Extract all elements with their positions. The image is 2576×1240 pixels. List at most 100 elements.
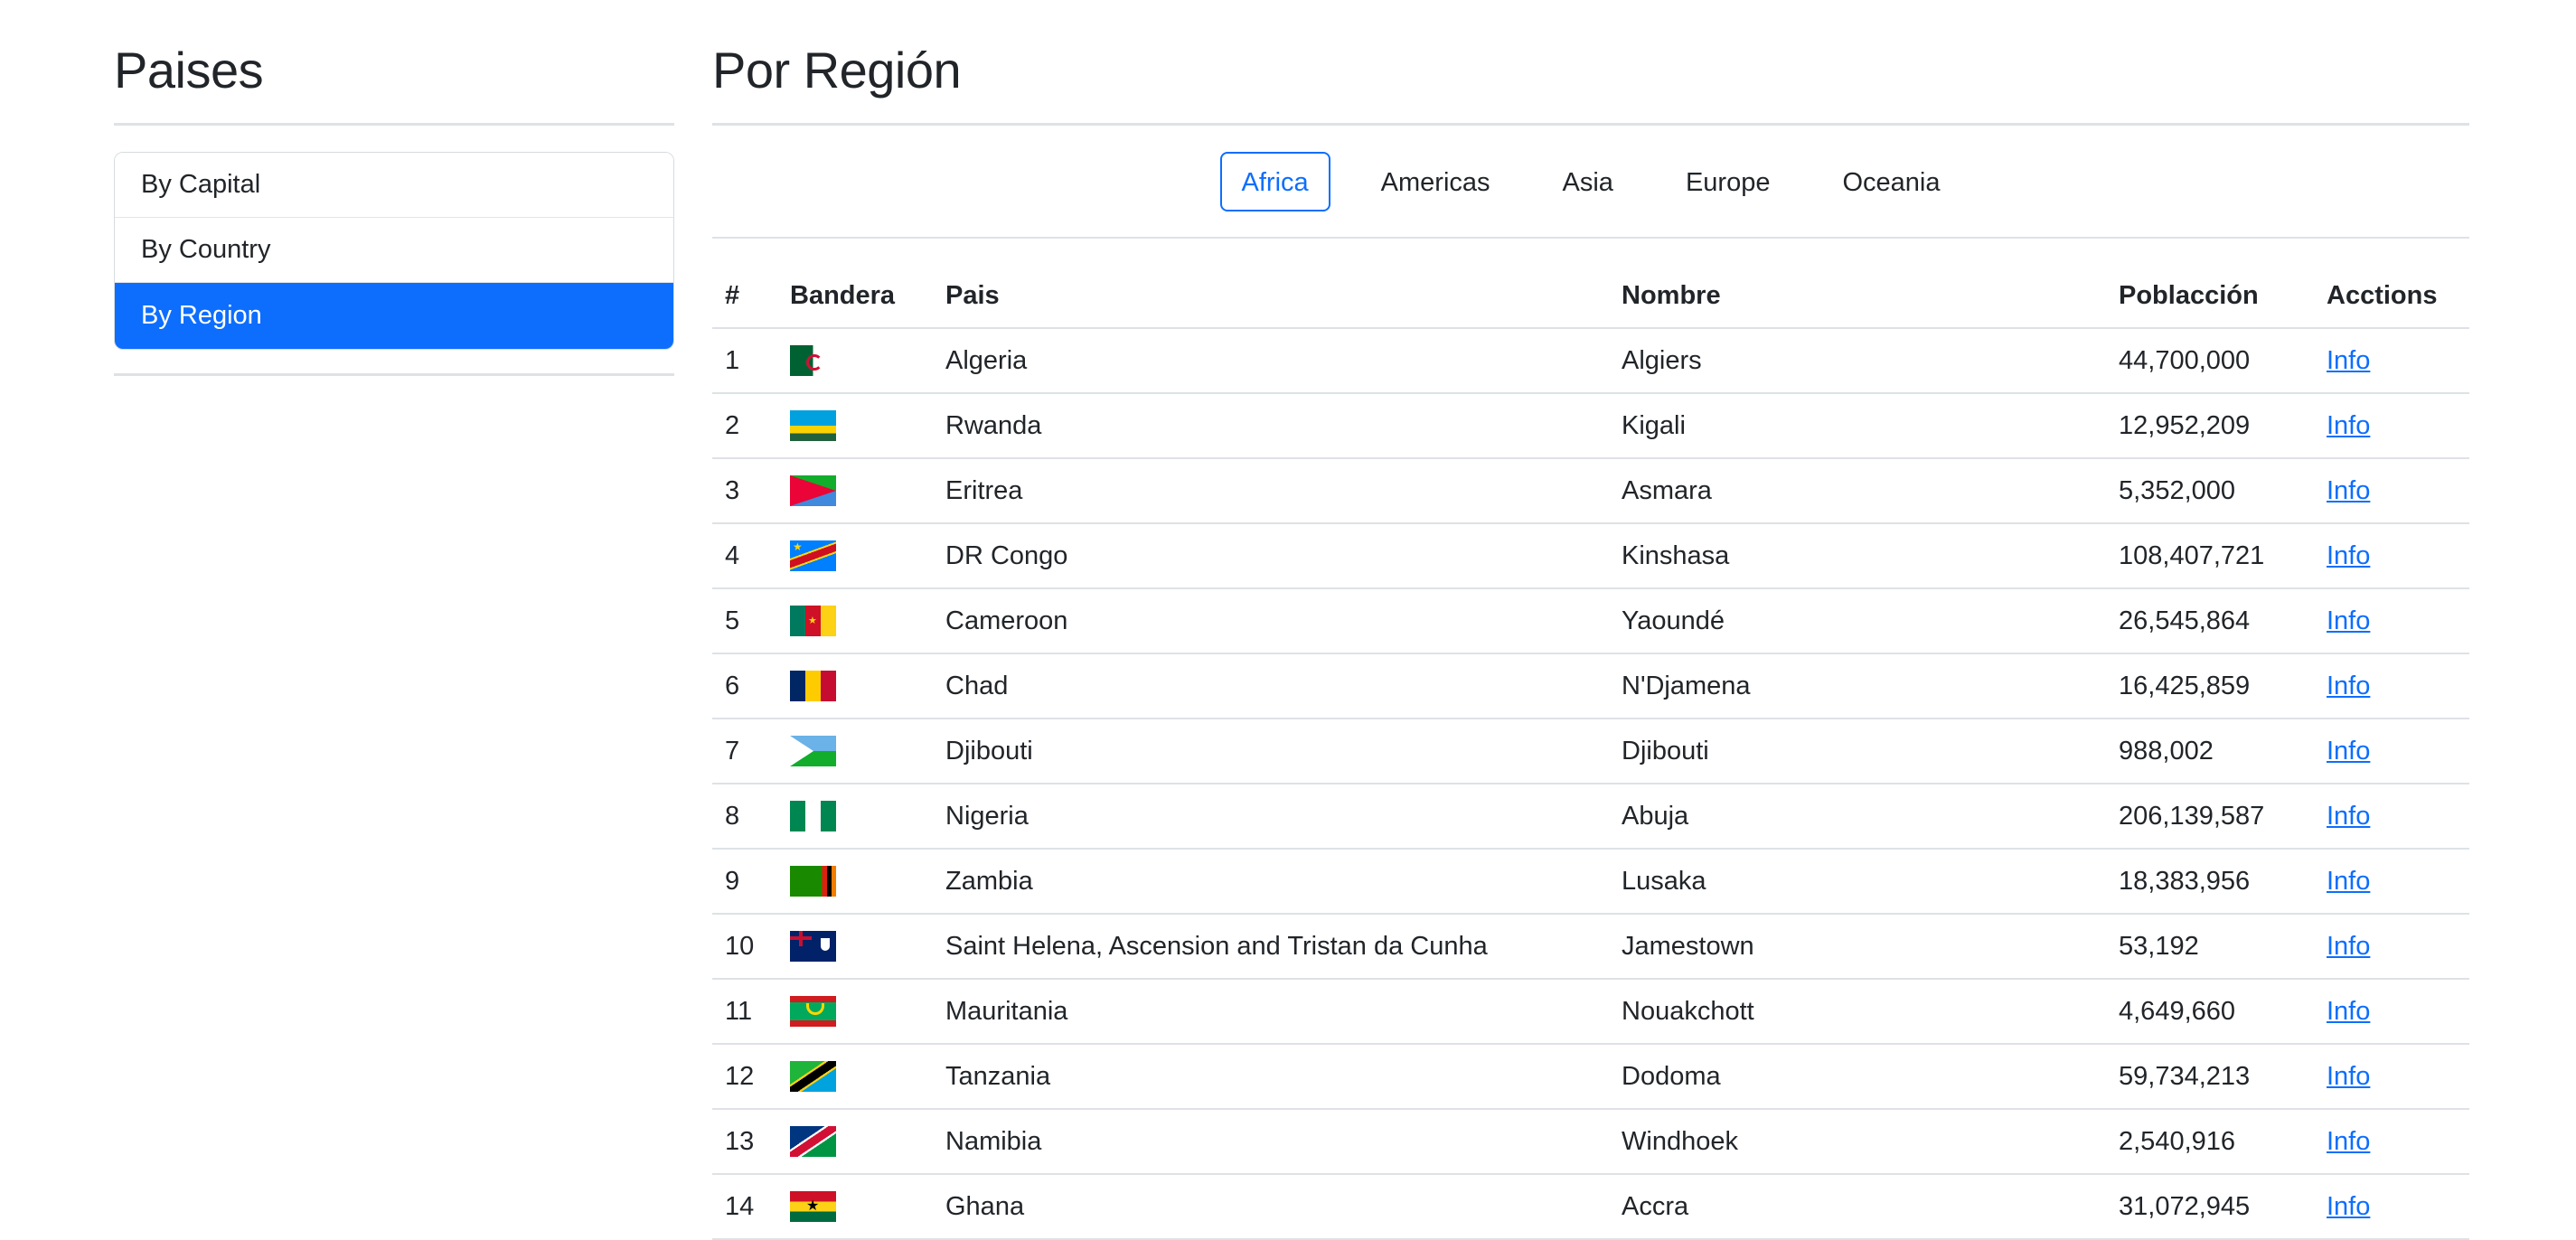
row-name: Dodoma bbox=[1609, 1044, 2106, 1110]
namibia-flag bbox=[790, 1126, 836, 1157]
row-name: N'Djamena bbox=[1609, 653, 2106, 719]
table-row: 14 Ghana Accra 31,072,945 Info bbox=[712, 1174, 2469, 1240]
info-link[interactable]: Info bbox=[2327, 606, 2370, 635]
region-button-americas[interactable]: Americas bbox=[1359, 152, 1512, 211]
info-link[interactable]: Info bbox=[2327, 737, 2370, 766]
row-index: 1 bbox=[712, 328, 777, 394]
info-link[interactable]: Info bbox=[2327, 476, 2370, 505]
row-index: 4 bbox=[712, 523, 777, 589]
row-country: DR Congo bbox=[933, 523, 1609, 589]
row-name: Nouakchott bbox=[1609, 979, 2106, 1045]
table-row: 1 Algeria Algiers 44,700,000 Info bbox=[712, 328, 2469, 394]
info-link[interactable]: Info bbox=[2327, 346, 2370, 375]
row-index: 12 bbox=[712, 1044, 777, 1110]
row-name: Kigali bbox=[1609, 393, 2106, 459]
region-button-europe[interactable]: Europe bbox=[1664, 152, 1792, 211]
row-population: 108,407,721 bbox=[2106, 523, 2314, 589]
row-name: Djibouti bbox=[1609, 719, 2106, 784]
table-row: 2 Rwanda Kigali 12,952,209 Info bbox=[712, 393, 2469, 459]
region-selector: Africa Americas Asia Europe Oceania bbox=[712, 151, 2469, 212]
algeria-flag bbox=[790, 345, 836, 376]
info-link[interactable]: Info bbox=[2327, 932, 2370, 961]
row-name: Asmara bbox=[1609, 458, 2106, 524]
row-population: 2,540,916 bbox=[2106, 1109, 2314, 1175]
row-population: 44,700,000 bbox=[2106, 328, 2314, 394]
row-index: 11 bbox=[712, 979, 777, 1045]
column-header-index: # bbox=[712, 264, 777, 329]
info-link[interactable]: Info bbox=[2327, 1127, 2370, 1156]
column-header-country: Pais bbox=[933, 264, 1609, 329]
info-link[interactable]: Info bbox=[2327, 802, 2370, 831]
row-index: 3 bbox=[712, 458, 777, 524]
rwanda-flag bbox=[790, 410, 836, 441]
sidebar-item-by-capital[interactable]: By Capital bbox=[115, 153, 673, 218]
row-index: 5 bbox=[712, 588, 777, 654]
sidebar-divider-top bbox=[114, 123, 674, 126]
row-country: Djibouti bbox=[933, 719, 1609, 784]
info-link[interactable]: Info bbox=[2327, 672, 2370, 700]
row-name: Kinshasa bbox=[1609, 523, 2106, 589]
row-population: 5,352,000 bbox=[2106, 458, 2314, 524]
row-index: 8 bbox=[712, 784, 777, 850]
row-population: 12,952,209 bbox=[2106, 393, 2314, 459]
row-country: Tanzania bbox=[933, 1044, 1609, 1110]
row-name: Accra bbox=[1609, 1174, 2106, 1240]
info-link[interactable]: Info bbox=[2327, 867, 2370, 896]
row-index: 10 bbox=[712, 914, 777, 980]
row-country: Rwanda bbox=[933, 393, 1609, 459]
row-country: Algeria bbox=[933, 328, 1609, 394]
table-row: 3 Eritrea Asmara 5,352,000 Info bbox=[712, 458, 2469, 524]
saint-helena-flag bbox=[790, 931, 836, 962]
row-country: Ghana bbox=[933, 1174, 1609, 1240]
row-name: Abuja bbox=[1609, 784, 2106, 850]
djibouti-flag bbox=[790, 736, 836, 766]
table-row: 9 Zambia Lusaka 18,383,956 Info bbox=[712, 849, 2469, 915]
table-row: 7 Djibouti Djibouti 988,002 Info bbox=[712, 719, 2469, 784]
row-population: 59,734,213 bbox=[2106, 1044, 2314, 1110]
mauritania-flag bbox=[790, 996, 836, 1027]
row-country: Zambia bbox=[933, 849, 1609, 915]
info-link[interactable]: Info bbox=[2327, 1192, 2370, 1221]
column-header-actions: Acctions bbox=[2314, 264, 2469, 329]
row-country: Cameroon bbox=[933, 588, 1609, 654]
info-link[interactable]: Info bbox=[2327, 1062, 2370, 1091]
sidebar-title: Paises bbox=[114, 42, 264, 99]
row-country: Eritrea bbox=[933, 458, 1609, 524]
table-row: 4 DR Congo Kinshasa 108,407,721 Info bbox=[712, 523, 2469, 589]
region-button-oceania[interactable]: Oceania bbox=[1820, 152, 1961, 211]
info-link[interactable]: Info bbox=[2327, 997, 2370, 1026]
region-button-africa[interactable]: Africa bbox=[1219, 152, 1330, 211]
title-divider bbox=[712, 123, 2469, 126]
row-population: 53,192 bbox=[2106, 914, 2314, 980]
zambia-flag bbox=[790, 866, 836, 897]
ghana-flag bbox=[790, 1191, 836, 1222]
row-population: 18,383,956 bbox=[2106, 849, 2314, 915]
sidebar-item-by-country[interactable]: By Country bbox=[115, 218, 673, 283]
table-row: 13 Namibia Windhoek 2,540,916 Info bbox=[712, 1109, 2469, 1175]
row-population: 4,649,660 bbox=[2106, 979, 2314, 1045]
row-country: Namibia bbox=[933, 1109, 1609, 1175]
sidebar-item-by-region[interactable]: By Region bbox=[115, 283, 673, 349]
row-population: 31,072,945 bbox=[2106, 1174, 2314, 1240]
row-name: Lusaka bbox=[1609, 849, 2106, 915]
table-row: 12 Tanzania Dodoma 59,734,213 Info bbox=[712, 1044, 2469, 1110]
chad-flag bbox=[790, 671, 836, 701]
row-index: 14 bbox=[712, 1174, 777, 1240]
row-name: Windhoek bbox=[1609, 1109, 2106, 1175]
info-link[interactable]: Info bbox=[2327, 411, 2370, 440]
table-header-row: # Bandera Pais Nombre Poblacción Acction… bbox=[712, 264, 2469, 329]
table-row: 10 Saint Helena, Ascension and Tristan d… bbox=[712, 914, 2469, 980]
row-name: Algiers bbox=[1609, 328, 2106, 394]
region-button-asia[interactable]: Asia bbox=[1541, 152, 1635, 211]
info-link[interactable]: Info bbox=[2327, 541, 2370, 570]
row-index: 9 bbox=[712, 849, 777, 915]
column-header-population: Poblacción bbox=[2106, 264, 2314, 329]
cameroon-flag bbox=[790, 606, 836, 636]
row-country: Chad bbox=[933, 653, 1609, 719]
row-population: 206,139,587 bbox=[2106, 784, 2314, 850]
page-title: Por Región bbox=[712, 42, 962, 99]
row-index: 2 bbox=[712, 393, 777, 459]
table-row: 6 Chad N'Djamena 16,425,859 Info bbox=[712, 653, 2469, 719]
row-name: Yaoundé bbox=[1609, 588, 2106, 654]
countries-table: # Bandera Pais Nombre Poblacción Acction… bbox=[712, 264, 2469, 1240]
